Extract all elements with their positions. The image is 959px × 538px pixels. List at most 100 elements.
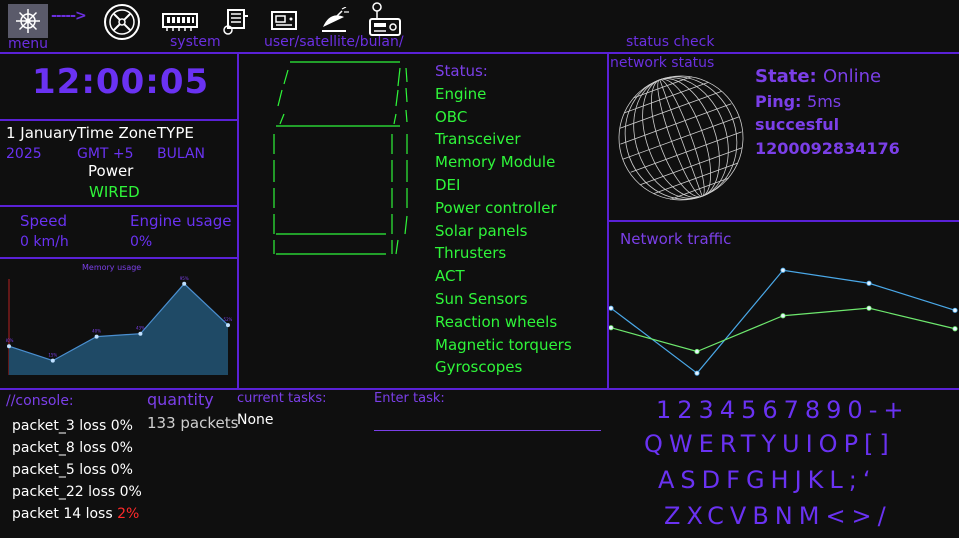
console-line: packet_22 loss 0%: [12, 481, 142, 503]
memory-data-label: 43%: [136, 326, 145, 331]
memory-data-label: 95%: [180, 276, 189, 281]
memory-data-label: 40%: [92, 329, 101, 334]
engine-usage-label: Engine usage: [130, 212, 232, 230]
status-item[interactable]: DEI: [435, 174, 572, 197]
traffic-point: [866, 305, 872, 311]
network-traffic-chart: [609, 267, 958, 376]
current-tasks-label: current tasks:: [237, 391, 327, 406]
network-traffic-title: Network traffic: [620, 230, 732, 248]
state-label: State:: [755, 66, 817, 87]
network-ping: Ping: 5ms: [755, 92, 841, 111]
ping-result: succesful: [755, 115, 840, 134]
keyboard-row-numbers[interactable]: 1234567890-+: [656, 396, 909, 424]
radio-icon: [369, 2, 401, 36]
memory-point: [7, 344, 11, 349]
monitor-icon-button[interactable]: [268, 4, 300, 38]
network-status-title: network status: [610, 55, 715, 71]
memory-chip-icon: [162, 13, 198, 31]
speed-label: Speed: [20, 212, 68, 230]
traffic-point: [609, 305, 614, 311]
menu-arrow: ----->: [51, 8, 87, 24]
fan-icon: [104, 4, 140, 40]
status-item[interactable]: Magnetic torquers: [435, 334, 572, 357]
memory-point: [226, 323, 230, 328]
status-item[interactable]: Reaction wheels: [435, 311, 572, 334]
memory-point: [138, 331, 143, 336]
status-item[interactable]: Transceiver: [435, 128, 572, 151]
traffic-point: [866, 280, 872, 286]
keyboard-row-qwerty[interactable]: QWERTYUIOP[]: [644, 430, 895, 458]
quantity-value: 133 packets: [147, 414, 239, 432]
menu-label[interactable]: menu: [8, 36, 48, 52]
memory-icon-button[interactable]: [160, 4, 200, 38]
type-value: BULAN: [157, 146, 206, 162]
enter-task-input[interactable]: [374, 410, 601, 431]
status-item[interactable]: Thrusters: [435, 242, 572, 265]
ping-value: 5ms: [807, 92, 842, 111]
engine-icon: [223, 9, 248, 35]
ping-label: Ping:: [755, 92, 802, 111]
memory-data-label: 52%: [224, 317, 232, 322]
timezone-value: GMT +5: [77, 146, 134, 162]
memory-point: [94, 334, 99, 339]
radio-icon-button[interactable]: [366, 0, 404, 40]
traffic-point: [694, 370, 700, 376]
timezone-label: Time Zone: [77, 124, 157, 142]
memory-data-label: 30%: [6, 338, 14, 343]
packet-text: packet_22 loss 0%: [12, 484, 142, 500]
monitor-icon: [271, 11, 297, 30]
status-item[interactable]: Sun Sensors: [435, 288, 572, 311]
satellite-icon-button[interactable]: [318, 4, 352, 38]
engine-usage-value: 0%: [130, 234, 153, 250]
memory-usage-chart: 30% 15% 40% 43% 95% 52%: [6, 276, 232, 375]
packet-text: packet_3 loss 0%: [12, 418, 133, 434]
quantity-label: quantity: [147, 390, 214, 409]
satellite-wireframe: [273, 61, 408, 255]
satellite-dish-icon: [322, 7, 349, 32]
memory-data-label: 15%: [48, 353, 57, 358]
status-item[interactable]: Solar panels: [435, 220, 572, 243]
console-line: packet_3 loss 0%: [12, 415, 142, 437]
current-tasks-value: None: [237, 412, 274, 428]
traffic-point: [780, 267, 786, 273]
network-id: 1200092834176: [755, 139, 900, 158]
console-line: packet_5 loss 0%: [12, 459, 142, 481]
traffic-point: [780, 313, 786, 319]
power-label: Power: [88, 162, 134, 180]
date-line1: 1 January: [6, 124, 78, 142]
network-state: State: Online: [755, 66, 881, 87]
date-line2: 2025: [6, 146, 42, 162]
status-item[interactable]: Gyroscopes: [435, 356, 572, 379]
status-check-label[interactable]: status check: [626, 34, 714, 50]
state-value: Online: [823, 66, 882, 87]
system-label[interactable]: system: [170, 34, 221, 50]
status-item[interactable]: Engine: [435, 83, 572, 106]
fan-icon-button[interactable]: [102, 4, 142, 40]
clock-time: 12:00:05: [32, 62, 210, 102]
status-item[interactable]: Memory Module: [435, 151, 572, 174]
memory-usage-title: Memory usage: [82, 263, 142, 272]
type-label: TYPE: [157, 124, 194, 142]
status-item[interactable]: OBC: [435, 106, 572, 129]
packet-loss-alert: 2%: [117, 506, 140, 522]
packet-text: packet_8 loss 0%: [12, 440, 133, 456]
menu-button[interactable]: [8, 4, 48, 38]
traffic-series-line: [610, 269, 956, 374]
power-value: WIRED: [89, 183, 140, 201]
ship-wheel-icon: [16, 9, 40, 33]
console-title: //console:: [6, 393, 74, 409]
keyboard-row-asdf[interactable]: ASDFGHJKL;‘: [658, 466, 876, 494]
traffic-point: [609, 325, 614, 331]
enter-task-label: Enter task:: [374, 391, 445, 406]
console-line: packet 14 loss 2%: [12, 503, 142, 525]
traffic-point: [952, 307, 958, 313]
engine-icon-button[interactable]: [218, 4, 252, 38]
traffic-point: [694, 348, 700, 355]
status-header: Status:: [435, 62, 488, 80]
packet-text: packet_5 loss 0%: [12, 462, 133, 478]
speed-value: 0 km/h: [20, 234, 69, 250]
status-item[interactable]: Power controller: [435, 197, 572, 220]
keyboard-row-zxcv[interactable]: ZXCVBNM<>/: [664, 502, 892, 530]
packet-text: packet 14 loss: [12, 506, 118, 522]
status-item[interactable]: ACT: [435, 265, 572, 288]
